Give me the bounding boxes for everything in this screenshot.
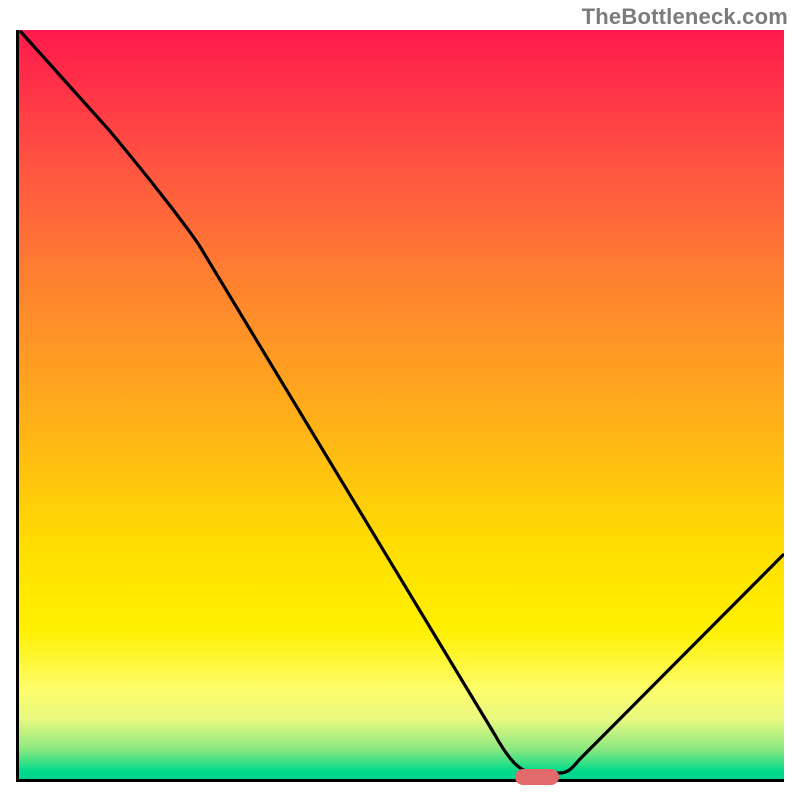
bottleneck-curve bbox=[19, 30, 784, 779]
watermark-text: TheBottleneck.com bbox=[582, 4, 788, 30]
chart-plot-area bbox=[16, 30, 784, 782]
optimal-marker bbox=[515, 769, 559, 785]
